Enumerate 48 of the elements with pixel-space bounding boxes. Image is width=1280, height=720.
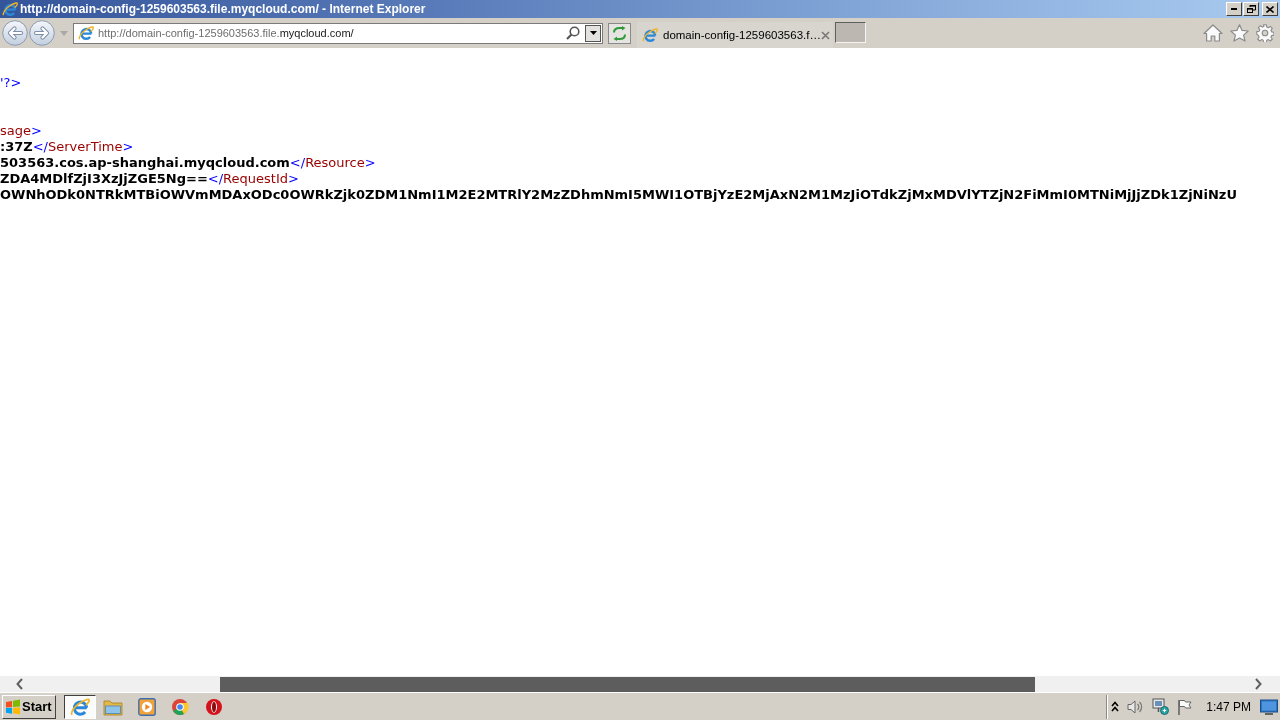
refresh-icon (612, 25, 627, 41)
arrow-left-icon[interactable] (2, 20, 28, 46)
dropdown-button[interactable] (585, 24, 601, 42)
close-icon[interactable] (820, 30, 830, 40)
play-icon (137, 697, 156, 716)
window-title: http://domain-config-1259603563.file.myqcloud.com/ - Internet Explorer (20, 2, 427, 16)
minimize-button[interactable] (1226, 2, 1242, 16)
refresh-button[interactable] (608, 22, 631, 44)
monitor-icon[interactable] (1260, 698, 1278, 715)
clock[interactable]: 1:47 PM (1206, 699, 1251, 714)
browser-icon (2, 1, 18, 17)
start-button[interactable]: Start (2, 694, 56, 719)
chevron-right-icon[interactable] (1255, 678, 1262, 690)
settings-icon[interactable] (1256, 24, 1274, 42)
network-icon[interactable] (1152, 698, 1170, 715)
speaker-icon[interactable] (1127, 698, 1145, 715)
round-logo-icon (171, 697, 190, 716)
browser-icon (78, 25, 94, 41)
xml-line: :37Z</ServerTime> (0, 139, 134, 155)
taskbar-button[interactable] (63, 694, 96, 719)
ring-logo-icon (204, 697, 223, 716)
star-icon[interactable] (1230, 24, 1249, 42)
new-tab-button[interactable] (835, 21, 866, 43)
browser-tab[interactable]: domain-config-1259603563.f… (637, 22, 833, 48)
minimize-icon (1231, 8, 1237, 10)
xml-line: 503563.cos.ap-shanghai.myqcloud.com</Resource> (0, 155, 376, 171)
address-field[interactable]: http://domain-config-1259603563.file.myqcloud.com/ (73, 22, 603, 44)
home-icon[interactable] (1203, 24, 1223, 42)
flag-icon[interactable] (1177, 698, 1193, 715)
close-button[interactable] (1262, 2, 1278, 16)
browser-icon (642, 27, 658, 43)
restore-icon (1246, 5, 1256, 13)
horizontal-scrollbar[interactable] (0, 676, 1280, 692)
chevron-up-icon[interactable] (1111, 701, 1120, 712)
caret-down-icon (589, 31, 597, 35)
xml-line: ZDA4MDlfZjI3XzJjZGE5Ng==</RequestId> (0, 171, 299, 187)
xml-line: '?> (0, 75, 22, 91)
xml-line: sage> (0, 123, 42, 139)
arrow-right-icon[interactable] (29, 20, 55, 46)
flag-logo-icon (5, 698, 21, 715)
folder-icon (103, 697, 124, 716)
xml-line: OWNhODk0NTRkMTBiOWVmMDAxODc0OWRkZjk0ZDM1NmI1M2E2MTRlY2MzZDhmNmI5MWI1OTBjYzE2MjAxN2M1MzJiOTdkZjMxMDVlYTZjN2FiMmI0MTNiMjJjZDk1ZjNiNzU (0, 187, 1237, 203)
scrollbar-thumb[interactable] (220, 676, 1035, 692)
search-icon[interactable] (566, 26, 580, 40)
browser-icon (69, 696, 90, 717)
restore-button[interactable] (1243, 2, 1259, 16)
chevron-left-icon[interactable] (16, 678, 23, 690)
close-icon (1266, 5, 1274, 13)
